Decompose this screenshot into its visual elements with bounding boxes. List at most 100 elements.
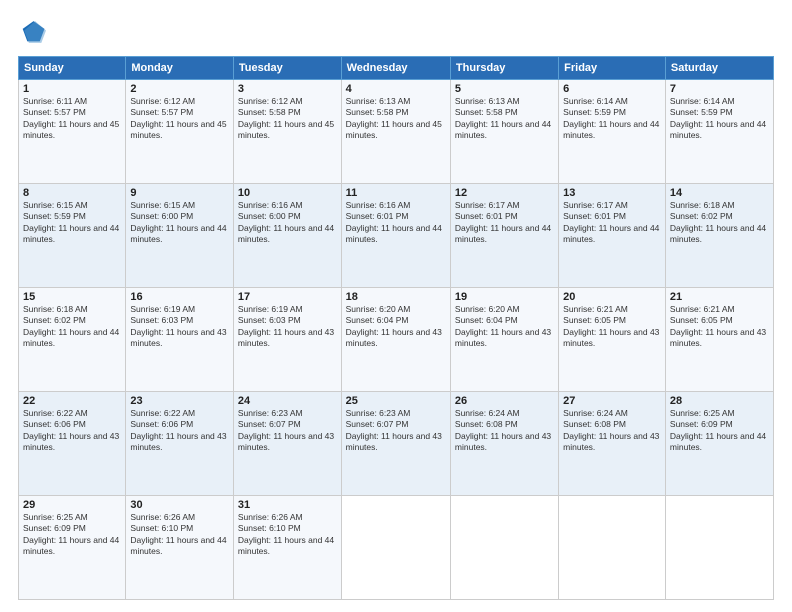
day-number: 26 xyxy=(455,395,554,407)
calendar-day-cell: 30 Sunrise: 6:26 AMSunset: 6:10 PMDaylig… xyxy=(126,496,234,600)
calendar-body: 1 Sunrise: 6:11 AMSunset: 5:57 PMDayligh… xyxy=(19,80,774,600)
day-info: Sunrise: 6:15 AMSunset: 6:00 PMDaylight:… xyxy=(130,200,226,244)
logo-icon xyxy=(18,18,46,46)
day-info: Sunrise: 6:25 AMSunset: 6:09 PMDaylight:… xyxy=(23,512,119,556)
calendar-page: SundayMondayTuesdayWednesdayThursdayFrid… xyxy=(0,0,792,612)
day-number: 16 xyxy=(130,291,229,303)
day-number: 22 xyxy=(23,395,121,407)
calendar-day-cell: 16 Sunrise: 6:19 AMSunset: 6:03 PMDaylig… xyxy=(126,288,234,392)
day-info: Sunrise: 6:13 AMSunset: 5:58 PMDaylight:… xyxy=(346,96,442,140)
day-number: 31 xyxy=(238,499,337,511)
weekday-header-cell: Monday xyxy=(126,57,234,80)
calendar-week-row: 1 Sunrise: 6:11 AMSunset: 5:57 PMDayligh… xyxy=(19,80,774,184)
calendar-day-cell: 14 Sunrise: 6:18 AMSunset: 6:02 PMDaylig… xyxy=(665,184,773,288)
day-number: 5 xyxy=(455,83,554,95)
calendar-day-cell xyxy=(665,496,773,600)
day-info: Sunrise: 6:24 AMSunset: 6:08 PMDaylight:… xyxy=(455,408,551,452)
day-info: Sunrise: 6:14 AMSunset: 5:59 PMDaylight:… xyxy=(563,96,659,140)
calendar-day-cell xyxy=(341,496,450,600)
day-number: 13 xyxy=(563,187,661,199)
day-info: Sunrise: 6:14 AMSunset: 5:59 PMDaylight:… xyxy=(670,96,766,140)
day-number: 20 xyxy=(563,291,661,303)
calendar-day-cell: 7 Sunrise: 6:14 AMSunset: 5:59 PMDayligh… xyxy=(665,80,773,184)
day-number: 29 xyxy=(23,499,121,511)
calendar-day-cell: 9 Sunrise: 6:15 AMSunset: 6:00 PMDayligh… xyxy=(126,184,234,288)
weekday-header-cell: Wednesday xyxy=(341,57,450,80)
day-info: Sunrise: 6:20 AMSunset: 6:04 PMDaylight:… xyxy=(346,304,442,348)
day-info: Sunrise: 6:18 AMSunset: 6:02 PMDaylight:… xyxy=(23,304,119,348)
day-info: Sunrise: 6:20 AMSunset: 6:04 PMDaylight:… xyxy=(455,304,551,348)
calendar-day-cell: 2 Sunrise: 6:12 AMSunset: 5:57 PMDayligh… xyxy=(126,80,234,184)
day-info: Sunrise: 6:25 AMSunset: 6:09 PMDaylight:… xyxy=(670,408,766,452)
calendar-day-cell: 24 Sunrise: 6:23 AMSunset: 6:07 PMDaylig… xyxy=(233,392,341,496)
calendar-day-cell: 25 Sunrise: 6:23 AMSunset: 6:07 PMDaylig… xyxy=(341,392,450,496)
calendar-day-cell: 1 Sunrise: 6:11 AMSunset: 5:57 PMDayligh… xyxy=(19,80,126,184)
calendar-day-cell: 28 Sunrise: 6:25 AMSunset: 6:09 PMDaylig… xyxy=(665,392,773,496)
weekday-header-cell: Sunday xyxy=(19,57,126,80)
calendar-week-row: 15 Sunrise: 6:18 AMSunset: 6:02 PMDaylig… xyxy=(19,288,774,392)
calendar-day-cell: 8 Sunrise: 6:15 AMSunset: 5:59 PMDayligh… xyxy=(19,184,126,288)
day-number: 23 xyxy=(130,395,229,407)
calendar-day-cell: 21 Sunrise: 6:21 AMSunset: 6:05 PMDaylig… xyxy=(665,288,773,392)
calendar-day-cell: 18 Sunrise: 6:20 AMSunset: 6:04 PMDaylig… xyxy=(341,288,450,392)
day-number: 10 xyxy=(238,187,337,199)
day-number: 19 xyxy=(455,291,554,303)
calendar-day-cell: 17 Sunrise: 6:19 AMSunset: 6:03 PMDaylig… xyxy=(233,288,341,392)
day-info: Sunrise: 6:22 AMSunset: 6:06 PMDaylight:… xyxy=(23,408,119,452)
day-info: Sunrise: 6:17 AMSunset: 6:01 PMDaylight:… xyxy=(455,200,551,244)
day-number: 28 xyxy=(670,395,769,407)
calendar-day-cell: 11 Sunrise: 6:16 AMSunset: 6:01 PMDaylig… xyxy=(341,184,450,288)
calendar-week-row: 22 Sunrise: 6:22 AMSunset: 6:06 PMDaylig… xyxy=(19,392,774,496)
day-number: 6 xyxy=(563,83,661,95)
calendar-week-row: 29 Sunrise: 6:25 AMSunset: 6:09 PMDaylig… xyxy=(19,496,774,600)
day-number: 15 xyxy=(23,291,121,303)
calendar-day-cell: 27 Sunrise: 6:24 AMSunset: 6:08 PMDaylig… xyxy=(559,392,666,496)
calendar-day-cell: 5 Sunrise: 6:13 AMSunset: 5:58 PMDayligh… xyxy=(450,80,558,184)
day-info: Sunrise: 6:26 AMSunset: 6:10 PMDaylight:… xyxy=(238,512,334,556)
day-info: Sunrise: 6:16 AMSunset: 6:00 PMDaylight:… xyxy=(238,200,334,244)
calendar-day-cell: 22 Sunrise: 6:22 AMSunset: 6:06 PMDaylig… xyxy=(19,392,126,496)
day-info: Sunrise: 6:21 AMSunset: 6:05 PMDaylight:… xyxy=(670,304,766,348)
day-info: Sunrise: 6:23 AMSunset: 6:07 PMDaylight:… xyxy=(346,408,442,452)
day-number: 7 xyxy=(670,83,769,95)
calendar-day-cell: 10 Sunrise: 6:16 AMSunset: 6:00 PMDaylig… xyxy=(233,184,341,288)
header xyxy=(18,18,774,46)
calendar-day-cell: 3 Sunrise: 6:12 AMSunset: 5:58 PMDayligh… xyxy=(233,80,341,184)
weekday-header-cell: Thursday xyxy=(450,57,558,80)
day-info: Sunrise: 6:12 AMSunset: 5:58 PMDaylight:… xyxy=(238,96,334,140)
day-info: Sunrise: 6:19 AMSunset: 6:03 PMDaylight:… xyxy=(238,304,334,348)
day-number: 18 xyxy=(346,291,446,303)
day-info: Sunrise: 6:23 AMSunset: 6:07 PMDaylight:… xyxy=(238,408,334,452)
day-info: Sunrise: 6:26 AMSunset: 6:10 PMDaylight:… xyxy=(130,512,226,556)
weekday-header-cell: Friday xyxy=(559,57,666,80)
calendar-day-cell: 26 Sunrise: 6:24 AMSunset: 6:08 PMDaylig… xyxy=(450,392,558,496)
day-number: 24 xyxy=(238,395,337,407)
day-info: Sunrise: 6:22 AMSunset: 6:06 PMDaylight:… xyxy=(130,408,226,452)
calendar-day-cell xyxy=(559,496,666,600)
day-info: Sunrise: 6:16 AMSunset: 6:01 PMDaylight:… xyxy=(346,200,442,244)
calendar-day-cell: 31 Sunrise: 6:26 AMSunset: 6:10 PMDaylig… xyxy=(233,496,341,600)
calendar-day-cell: 4 Sunrise: 6:13 AMSunset: 5:58 PMDayligh… xyxy=(341,80,450,184)
day-info: Sunrise: 6:13 AMSunset: 5:58 PMDaylight:… xyxy=(455,96,551,140)
day-info: Sunrise: 6:11 AMSunset: 5:57 PMDaylight:… xyxy=(23,96,119,140)
logo xyxy=(18,18,50,46)
calendar-day-cell: 29 Sunrise: 6:25 AMSunset: 6:09 PMDaylig… xyxy=(19,496,126,600)
day-number: 1 xyxy=(23,83,121,95)
day-number: 9 xyxy=(130,187,229,199)
day-number: 4 xyxy=(346,83,446,95)
day-number: 30 xyxy=(130,499,229,511)
day-info: Sunrise: 6:24 AMSunset: 6:08 PMDaylight:… xyxy=(563,408,659,452)
calendar-day-cell: 13 Sunrise: 6:17 AMSunset: 6:01 PMDaylig… xyxy=(559,184,666,288)
day-info: Sunrise: 6:19 AMSunset: 6:03 PMDaylight:… xyxy=(130,304,226,348)
calendar-day-cell: 6 Sunrise: 6:14 AMSunset: 5:59 PMDayligh… xyxy=(559,80,666,184)
weekday-header-row: SundayMondayTuesdayWednesdayThursdayFrid… xyxy=(19,57,774,80)
day-number: 17 xyxy=(238,291,337,303)
day-info: Sunrise: 6:21 AMSunset: 6:05 PMDaylight:… xyxy=(563,304,659,348)
day-info: Sunrise: 6:15 AMSunset: 5:59 PMDaylight:… xyxy=(23,200,119,244)
calendar-day-cell: 20 Sunrise: 6:21 AMSunset: 6:05 PMDaylig… xyxy=(559,288,666,392)
day-number: 8 xyxy=(23,187,121,199)
day-number: 3 xyxy=(238,83,337,95)
day-number: 11 xyxy=(346,187,446,199)
calendar-day-cell: 15 Sunrise: 6:18 AMSunset: 6:02 PMDaylig… xyxy=(19,288,126,392)
day-number: 12 xyxy=(455,187,554,199)
